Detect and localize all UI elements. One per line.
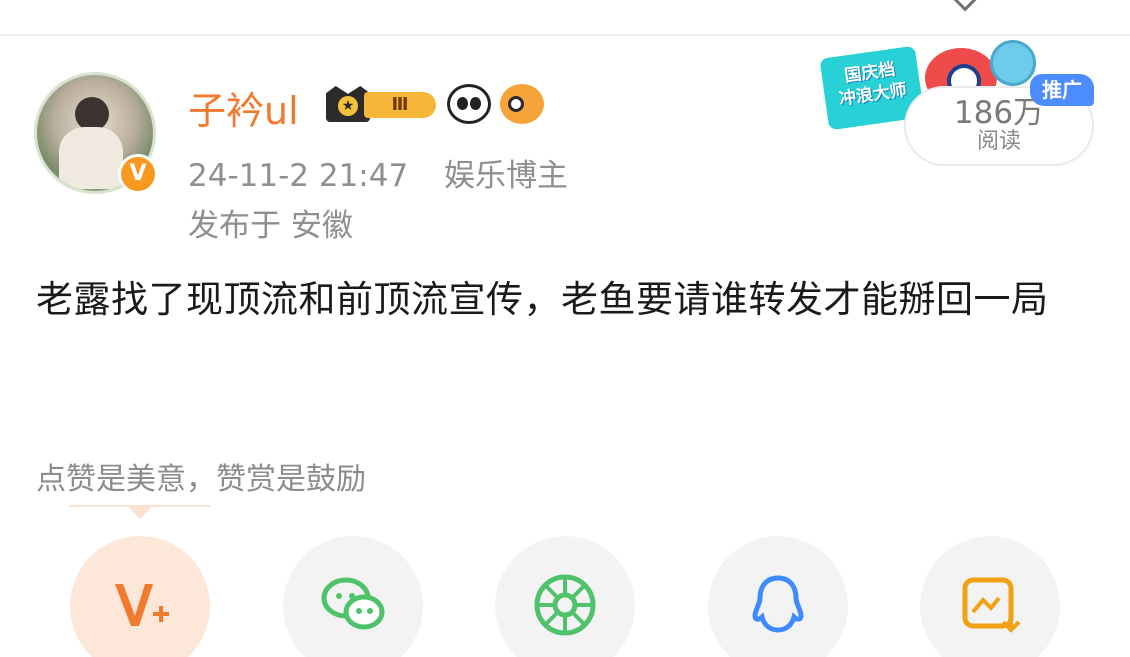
pointer-arrow (70, 505, 210, 519)
wechat-share-button[interactable] (283, 536, 423, 657)
post-content: 老露找了现顶流和前顶流宣传，老鱼要请谁转发才能掰回一局 (36, 278, 1049, 321)
member-level-badge[interactable]: ★ Ⅲ (326, 86, 438, 122)
vplus-icon (115, 584, 169, 626)
save-image-button[interactable] (920, 536, 1060, 657)
reward-button[interactable] (70, 536, 210, 657)
level-tag: Ⅲ (364, 92, 436, 118)
post-meta: 24-11-2 21:47 娱乐博主 (188, 150, 568, 195)
film-reel-icon (990, 40, 1036, 86)
top-divider (0, 34, 1130, 36)
promote-tag[interactable]: 推广 (1030, 74, 1094, 106)
post-timestamp: 24-11-2 21:47 (188, 158, 409, 194)
author-avatar[interactable]: V (34, 72, 158, 194)
star-icon: ★ (338, 96, 358, 116)
chevron-down-icon[interactable] (949, 0, 977, 12)
verified-badge: V (118, 154, 158, 194)
fish-icon[interactable] (500, 84, 544, 124)
author-category: 娱乐博主 (444, 158, 569, 194)
save-image-icon (962, 577, 1021, 633)
post-location: 发布于 安徽 (188, 208, 353, 244)
panda-icon[interactable] (447, 84, 491, 124)
moments-icon (534, 574, 596, 636)
read-label: 阅读 (976, 129, 1021, 154)
author-name[interactable]: 子衿ul (188, 80, 299, 135)
reward-hint: 点赞是美意，赞赏是鼓励 (36, 462, 366, 497)
wechat-icon (321, 577, 385, 630)
qq-icon (752, 575, 804, 633)
moments-share-button[interactable] (495, 536, 635, 657)
qq-share-button[interactable] (708, 536, 848, 657)
